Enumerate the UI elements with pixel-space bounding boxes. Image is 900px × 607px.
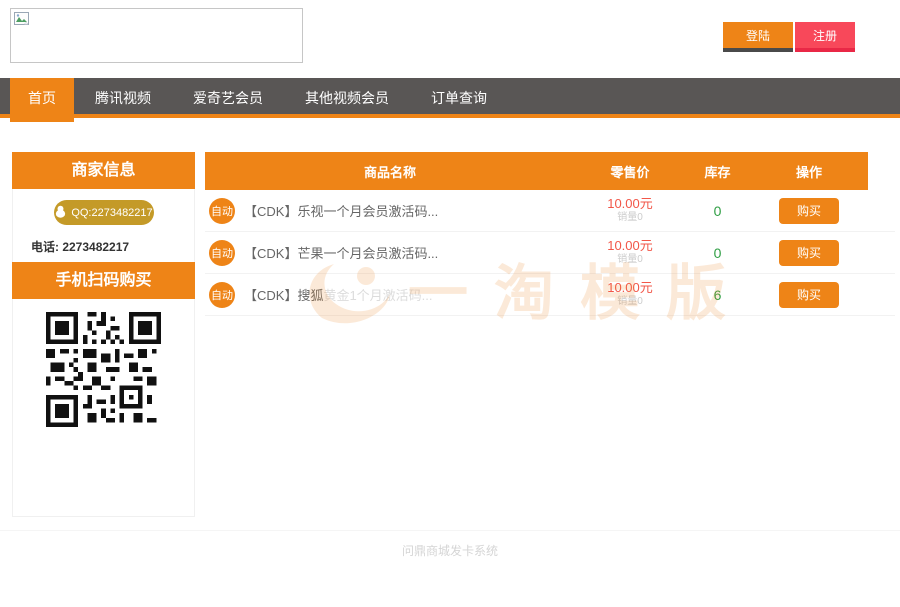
qq-penguin-icon: [54, 205, 67, 221]
stock-value: 0: [685, 203, 750, 219]
table-row: 自动 【CDK】芒果一个月会员激活码... 10.00元 销量0 0 购买: [205, 232, 895, 274]
product-title-faded-part: 黄金1个月激活码...: [323, 288, 432, 303]
auto-badge: 自动: [209, 282, 235, 308]
table-header-row: 商品名称 零售价 库存 操作: [205, 152, 868, 190]
table-row: 自动 【CDK】乐视一个月会员激活码... 10.00元 销量0 0 购买: [205, 190, 895, 232]
stock-value: 6: [685, 287, 750, 303]
price-cell: 10.00元 销量0: [575, 280, 685, 309]
footer-text: 问鼎商城发卡系统: [402, 544, 498, 558]
buy-button[interactable]: 购买: [779, 282, 839, 308]
qq-number-label: QQ:2273482217: [71, 207, 152, 219]
main-nav: 首页 腾讯视频 爱奇艺会员 其他视频会员 订单查询: [0, 78, 900, 118]
tab-order-query[interactable]: 订单查询: [410, 78, 508, 118]
footer: 问鼎商城发卡系统: [0, 530, 900, 559]
sales-count: 销量0: [575, 296, 685, 309]
sidebar: 商家信息 QQ:2273482217 电话: 2273482217 手机扫码购买: [12, 152, 195, 517]
register-button[interactable]: 注册: [795, 22, 855, 52]
col-header-stock: 库存: [685, 162, 750, 181]
auto-badge: 自动: [209, 240, 235, 266]
col-header-product-name: 商品名称: [205, 162, 575, 181]
price-value: 10.00元: [575, 196, 685, 212]
table-row: 自动 【CDK】搜狐黄金1个月激活码... 10.00元 销量0 6 购买: [205, 274, 895, 316]
merchant-info-header: 商家信息: [12, 152, 195, 189]
tab-home[interactable]: 首页: [10, 78, 74, 122]
login-button[interactable]: 登陆: [723, 22, 793, 52]
action-cell: 购买: [750, 282, 868, 308]
qr-code-section: [13, 299, 194, 432]
scan-to-buy-header: 手机扫码购买: [12, 262, 195, 299]
phone-label: 电话: 2273482217: [31, 238, 194, 255]
tab-tencent-video[interactable]: 腾讯视频: [74, 78, 172, 118]
price-cell: 10.00元 销量0: [575, 238, 685, 267]
buy-button[interactable]: 购买: [779, 240, 839, 266]
product-table: 商品名称 零售价 库存 操作 自动 【CDK】乐视一个月会员激活码... 10.…: [205, 152, 895, 316]
merchant-contact-section: QQ:2273482217 电话: 2273482217: [13, 189, 194, 262]
price-value: 10.00元: [575, 238, 685, 254]
product-name-cell: 自动 【CDK】搜狐黄金1个月激活码...: [205, 282, 575, 308]
product-name-cell: 自动 【CDK】乐视一个月会员激活码...: [205, 198, 575, 224]
col-header-action: 操作: [750, 162, 868, 181]
action-cell: 购买: [750, 240, 868, 266]
action-cell: 购买: [750, 198, 868, 224]
price-cell: 10.00元 销量0: [575, 196, 685, 225]
auto-badge: 自动: [209, 198, 235, 224]
product-title-link[interactable]: 【CDK】芒果一个月会员激活码...: [244, 243, 438, 262]
tab-other-video-member[interactable]: 其他视频会员: [284, 78, 410, 118]
qq-contact-button[interactable]: QQ:2273482217: [54, 200, 154, 225]
nav-tabs: 首页 腾讯视频 爱奇艺会员 其他视频会员 订单查询: [0, 78, 900, 122]
product-title-link[interactable]: 【CDK】搜狐黄金1个月激活码...: [244, 285, 433, 304]
price-value: 10.00元: [575, 280, 685, 296]
qr-code-image: [46, 414, 161, 431]
stock-value: 0: [685, 245, 750, 261]
broken-image-icon: [14, 12, 29, 29]
col-header-retail-price: 零售价: [575, 162, 685, 181]
buy-button[interactable]: 购买: [779, 198, 839, 224]
product-name-cell: 自动 【CDK】芒果一个月会员激活码...: [205, 240, 575, 266]
sales-count: 销量0: [575, 254, 685, 267]
sales-count: 销量0: [575, 212, 685, 225]
tab-iqiyi-member[interactable]: 爱奇艺会员: [172, 78, 284, 118]
product-title-link[interactable]: 【CDK】乐视一个月会员激活码...: [244, 201, 438, 220]
logo-box: [10, 8, 303, 63]
